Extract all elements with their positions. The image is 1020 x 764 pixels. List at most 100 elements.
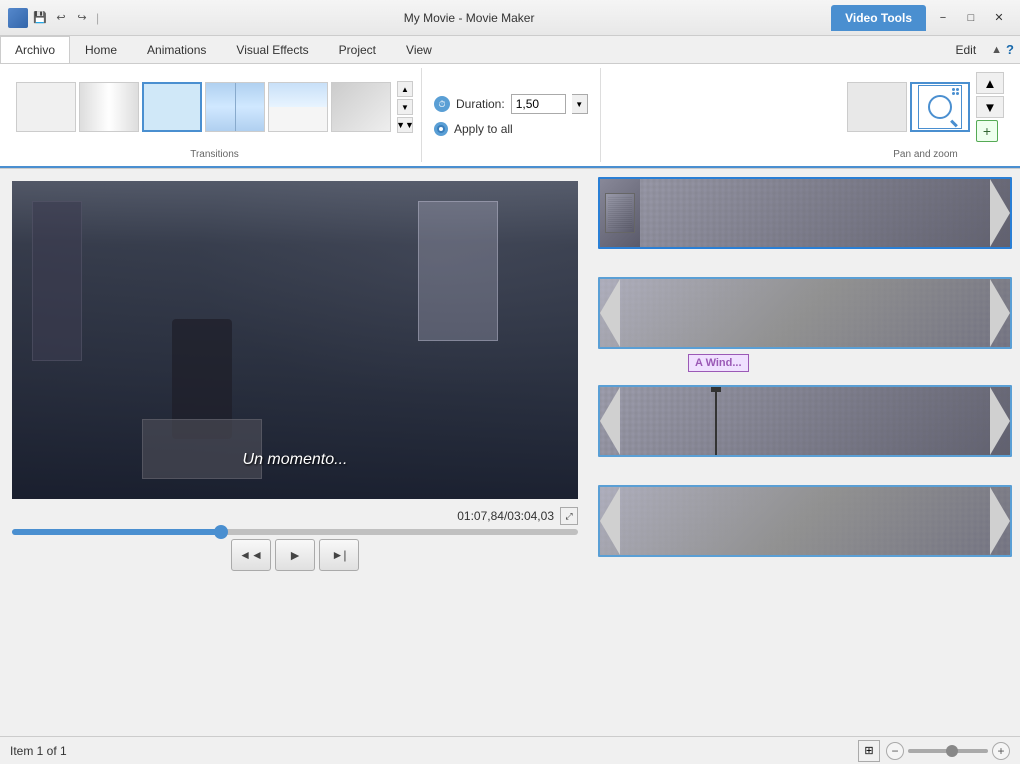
clip-thumbnail-1 bbox=[600, 179, 1010, 247]
tab-edit[interactable]: Edit bbox=[940, 36, 991, 63]
first-clip-thumb bbox=[600, 179, 640, 247]
ribbon-content: ▲ ▼ ▼▼ Transitions ⏱ Duration: ▼ Apply t… bbox=[0, 64, 1020, 168]
duration-dropdown[interactable]: ▼ bbox=[572, 94, 588, 114]
ribbon: Archivo Home Animations Visual Effects P… bbox=[0, 36, 1020, 169]
item-info: Item 1 of 1 bbox=[10, 744, 67, 758]
tab-view[interactable]: View bbox=[391, 36, 447, 63]
storyboard-view-btn[interactable]: ⊞ bbox=[858, 740, 880, 762]
undo-button[interactable]: ↩ bbox=[52, 9, 70, 27]
scroll-up-btn[interactable]: ▲ bbox=[397, 81, 413, 97]
minimize-button[interactable]: − bbox=[930, 8, 956, 28]
timeline-clip-3[interactable] bbox=[598, 385, 1012, 457]
close-button[interactable]: ✕ bbox=[986, 8, 1012, 28]
progress-fill bbox=[12, 529, 221, 535]
quick-access-toolbar: 💾 ↩ ↪ | bbox=[8, 8, 101, 28]
clock-icon: ⏱ bbox=[434, 96, 450, 112]
time-text: 01:07,84/03:04,03 bbox=[457, 509, 554, 523]
timeline-clip-4[interactable] bbox=[598, 485, 1012, 557]
app-icon bbox=[8, 8, 28, 28]
pan-zoom-content: ▲ ▼ + bbox=[847, 68, 1004, 146]
video-tools-badge: Video Tools bbox=[831, 5, 926, 31]
pan-zoom-icon bbox=[918, 85, 962, 129]
title-bar: 💾 ↩ ↪ | My Movie - Movie Maker Video Too… bbox=[0, 0, 1020, 36]
pz-dots bbox=[952, 88, 959, 95]
zoom-out-button[interactable]: − bbox=[886, 742, 904, 760]
status-right: ⊞ − + bbox=[858, 740, 1010, 762]
apply-row[interactable]: Apply to all bbox=[434, 122, 588, 136]
fullscreen-button[interactable]: ⤢ bbox=[560, 507, 578, 525]
window-controls: − □ ✕ bbox=[930, 8, 1012, 28]
playhead bbox=[715, 385, 717, 457]
zoom-in-button[interactable]: + bbox=[992, 742, 1010, 760]
redo-button[interactable]: ↪ bbox=[73, 9, 91, 27]
pan-zoom-scroll: ▲ ▼ + bbox=[976, 72, 1004, 142]
tab-archivo[interactable]: Archivo bbox=[0, 36, 70, 63]
scroll-down-btn[interactable]: ▼ bbox=[397, 99, 413, 115]
transitions-list bbox=[16, 82, 391, 132]
clip-thumbnail-3 bbox=[600, 387, 1010, 455]
zoom-controls: − + bbox=[886, 742, 1010, 760]
maximize-button[interactable]: □ bbox=[958, 8, 984, 28]
tab-visual-effects[interactable]: Visual Effects bbox=[221, 36, 323, 63]
zoom-slider[interactable] bbox=[908, 749, 988, 753]
tab-animations[interactable]: Animations bbox=[132, 36, 221, 63]
ribbon-tabs: Archivo Home Animations Visual Effects P… bbox=[0, 36, 1020, 64]
transitions-items: ▲ ▼ ▼▼ bbox=[16, 68, 413, 146]
text-clip-label[interactable]: A Wind... bbox=[688, 354, 749, 372]
status-bar: Item 1 of 1 ⊞ − + bbox=[0, 736, 1020, 764]
transition-extra[interactable] bbox=[331, 82, 391, 132]
spacer-2 bbox=[598, 473, 1012, 477]
transition-fade[interactable] bbox=[79, 82, 139, 132]
transitions-scroll: ▲ ▼ ▼▼ bbox=[397, 81, 413, 133]
zoom-thumb[interactable] bbox=[946, 745, 958, 757]
timeline-clip-1[interactable] bbox=[598, 177, 1012, 249]
clip-wrapper-3 bbox=[598, 385, 1012, 457]
progress-thumb[interactable] bbox=[214, 525, 228, 539]
window-title: My Movie - Movie Maker bbox=[107, 11, 831, 25]
clip-thumbnail-4 bbox=[600, 487, 1010, 555]
pz-scroll-down[interactable]: ▼ bbox=[976, 96, 1004, 118]
subtitle-text: Un momento... bbox=[243, 451, 348, 469]
pz-item-selected[interactable] bbox=[910, 82, 970, 132]
tab-home[interactable]: Home bbox=[70, 36, 132, 63]
save-button[interactable]: 💾 bbox=[31, 9, 49, 27]
pz-scroll-up[interactable]: ▲ bbox=[976, 72, 1004, 94]
magnifier-icon bbox=[928, 95, 952, 119]
help-button[interactable]: ? bbox=[1006, 42, 1014, 57]
timeline-panel: A Wind... bbox=[590, 169, 1020, 736]
duration-row: ⏱ Duration: ▼ bbox=[434, 94, 588, 114]
spacer-1 bbox=[598, 265, 1012, 269]
under-label-2: A Wind... bbox=[598, 349, 1012, 377]
text-clip-text: A Wind... bbox=[695, 357, 742, 369]
timeline-clip-2[interactable] bbox=[598, 277, 1012, 349]
duration-label: Duration: bbox=[456, 97, 505, 111]
furniture-element bbox=[142, 419, 262, 479]
clip-with-label-2: A Wind... bbox=[598, 277, 1012, 377]
transition-wipe[interactable] bbox=[205, 82, 265, 132]
tab-project[interactable]: Project bbox=[324, 36, 391, 63]
timeline-scroll-area[interactable]: A Wind... bbox=[590, 169, 1020, 736]
clip-wrapper-4 bbox=[598, 485, 1012, 557]
pan-zoom-items bbox=[847, 82, 970, 132]
progress-bar[interactable] bbox=[12, 529, 578, 535]
ribbon-collapse-btn[interactable]: ▲ bbox=[991, 44, 1002, 56]
clip-wrapper-1 bbox=[598, 177, 1012, 249]
preview-controls: 01:07,84/03:04,03 ⤢ ◄◄ ► ►| bbox=[12, 507, 578, 571]
add-pz-btn[interactable]: + bbox=[976, 120, 998, 142]
pz-item-blank[interactable] bbox=[847, 82, 907, 132]
transition-dissolve[interactable] bbox=[142, 82, 202, 132]
transitions-section: ▲ ▼ ▼▼ Transitions bbox=[8, 68, 422, 162]
forward-button[interactable]: ►| bbox=[319, 539, 359, 571]
transition-blank[interactable] bbox=[16, 82, 76, 132]
pan-zoom-section: ▲ ▼ + Pan and zoom bbox=[839, 68, 1012, 162]
apply-all-label: Apply to all bbox=[454, 122, 513, 136]
scroll-more-btn[interactable]: ▼▼ bbox=[397, 117, 413, 133]
duration-section: ⏱ Duration: ▼ Apply to all bbox=[422, 68, 601, 162]
transition-corner[interactable] bbox=[268, 82, 328, 132]
rewind-button[interactable]: ◄◄ bbox=[231, 539, 271, 571]
clip-thumbnail-2 bbox=[600, 279, 1010, 347]
video-preview: Un momento... bbox=[12, 181, 578, 499]
play-button[interactable]: ► bbox=[275, 539, 315, 571]
duration-input[interactable] bbox=[511, 94, 566, 114]
apply-checkbox-icon bbox=[434, 122, 448, 136]
